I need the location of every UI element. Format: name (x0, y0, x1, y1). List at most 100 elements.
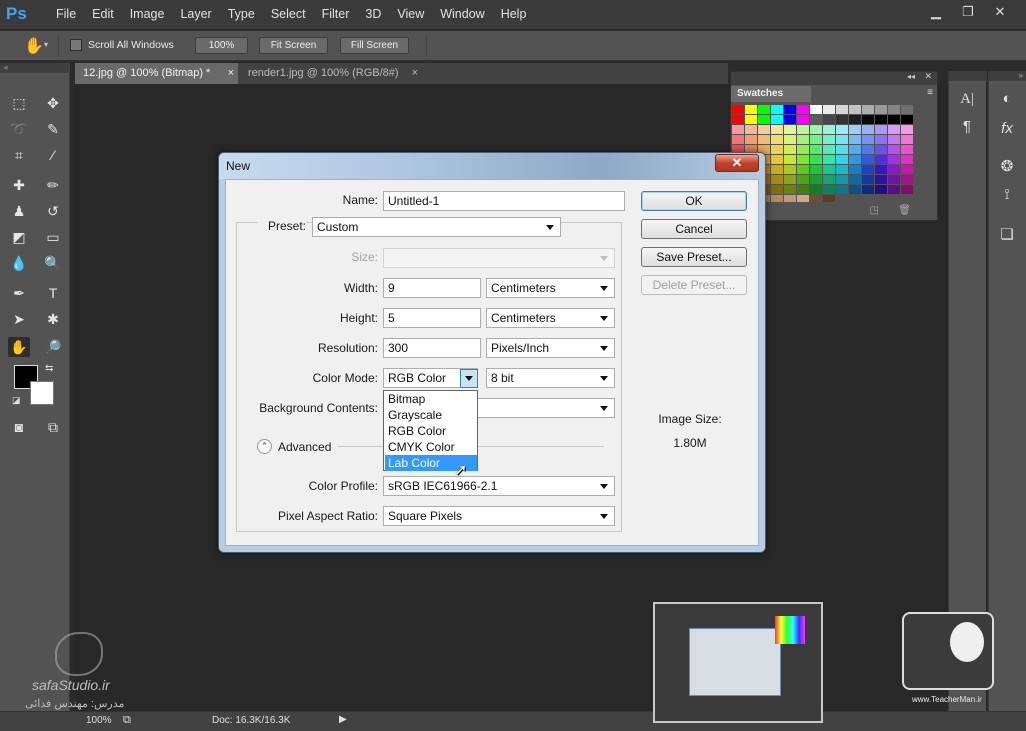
swatch-cell[interactable] (836, 155, 848, 164)
swatch-cell[interactable] (771, 185, 783, 194)
swatch-cell[interactable] (797, 175, 809, 184)
swatch-cell[interactable] (836, 175, 848, 184)
swatch-cell[interactable] (797, 125, 809, 134)
swatch-cell[interactable] (888, 145, 900, 154)
close-icon[interactable]: × (228, 63, 234, 84)
swatch-cell[interactable] (771, 175, 783, 184)
swatch-cell[interactable] (784, 175, 796, 184)
swatch-cell[interactable] (849, 175, 861, 184)
swatch-cell[interactable] (771, 145, 783, 154)
swatch-cell[interactable] (745, 105, 757, 114)
preset-select[interactable]: Custom (312, 217, 561, 237)
menu-filter[interactable]: Filter (314, 7, 358, 21)
tab-render1-jpg[interactable]: render1.jpg @ 100% (RGB/8#) × (240, 63, 422, 84)
height-input[interactable]: 5 (383, 308, 481, 328)
path-selection-tool-icon[interactable]: ➤ (8, 309, 30, 329)
swatch-cell[interactable] (732, 115, 744, 124)
dialog-close-button[interactable]: ✕ (715, 154, 759, 172)
quick-select-tool-icon[interactable]: ✎ (42, 119, 64, 139)
swatch-cell[interactable] (875, 165, 887, 174)
swatch-cell[interactable] (745, 125, 757, 134)
quick-mask-icon[interactable]: ◙ (8, 417, 30, 437)
swatch-cell[interactable] (836, 135, 848, 144)
status-preview-icon[interactable]: ⧉ (123, 714, 131, 727)
swatch-cell[interactable] (810, 185, 822, 194)
swatch-cell[interactable] (810, 195, 822, 202)
swatch-cell[interactable] (888, 115, 900, 124)
menu-help[interactable]: Help (493, 7, 535, 21)
swatch-cell[interactable] (823, 185, 835, 194)
swatch-cell[interactable] (888, 105, 900, 114)
scroll-all-windows-checkbox[interactable] (70, 39, 82, 51)
move-tool-icon[interactable]: ✥ (42, 93, 64, 113)
advanced-toggle-icon[interactable]: ⌃ (257, 439, 272, 454)
status-menu-arrow-icon[interactable]: ▶ (339, 714, 347, 725)
hand-tool-icon[interactable]: ✋ (24, 36, 44, 56)
pen-tool-icon[interactable]: ✒ (8, 283, 30, 303)
tab-12-jpg[interactable]: 12.jpg @ 100% (Bitmap) * × (75, 63, 238, 84)
swatch-cell[interactable] (901, 135, 913, 144)
clone-stamp-tool-icon[interactable]: ♟ (8, 201, 30, 221)
swatch-cell[interactable] (901, 185, 913, 194)
swatch-cell[interactable] (771, 125, 783, 134)
option-grayscale[interactable]: Grayscale (385, 407, 477, 423)
swatch-cell[interactable] (784, 105, 796, 114)
swatch-cell[interactable] (810, 165, 822, 174)
swatch-cell[interactable] (784, 115, 796, 124)
zoom-tool-icon[interactable]: 🔎 (42, 337, 64, 357)
swatch-cell[interactable] (823, 165, 835, 174)
swatch-cell[interactable] (862, 135, 874, 144)
swap-colors-icon[interactable]: ⇆ (45, 363, 53, 374)
zoom-level[interactable]: 100% (86, 715, 112, 726)
swatch-cell[interactable] (797, 185, 809, 194)
swatch-cell[interactable] (758, 135, 770, 144)
close-icon[interactable]: × (412, 63, 418, 84)
panel-menu-icon[interactable]: ≡ (927, 87, 933, 98)
swatch-cell[interactable] (836, 125, 848, 134)
swatch-cell[interactable] (771, 155, 783, 164)
paragraph-panel-icon[interactable]: ¶ (949, 116, 985, 138)
swatch-cell[interactable] (784, 165, 796, 174)
swatch-cell[interactable] (888, 125, 900, 134)
swatch-cell[interactable] (771, 115, 783, 124)
name-input[interactable]: Untitled-1 (383, 191, 625, 211)
lasso-tool-icon[interactable]: ➰ (8, 119, 30, 139)
channels-panel-icon[interactable]: ❂ (989, 156, 1025, 178)
menu-window[interactable]: Window (432, 7, 492, 21)
expand-arrows-icon[interactable]: » (989, 71, 1026, 81)
swatch-cell[interactable] (901, 125, 913, 134)
swatch-cell[interactable] (836, 165, 848, 174)
swatch-cell[interactable] (745, 115, 757, 124)
swatch-cell[interactable] (849, 145, 861, 154)
swatch-cell[interactable] (862, 155, 874, 164)
swatch-cell[interactable] (836, 145, 848, 154)
swatch-cell[interactable] (823, 195, 835, 202)
dodge-tool-icon[interactable]: 🔍 (42, 253, 64, 273)
swatch-cell[interactable] (823, 115, 835, 124)
swatch-cell[interactable] (810, 135, 822, 144)
option-bitmap[interactable]: Bitmap (385, 391, 477, 407)
type-tool-icon[interactable]: T (42, 283, 64, 303)
swatch-cell[interactable] (823, 125, 835, 134)
width-input[interactable]: 9 (383, 278, 481, 298)
swatch-cell[interactable] (797, 155, 809, 164)
swatch-cell[interactable] (888, 155, 900, 164)
swatch-cell[interactable] (862, 175, 874, 184)
close-icon[interactable]: ✕ (924, 71, 932, 82)
restore-icon[interactable]: ❐ (953, 3, 983, 21)
delete-preset-button[interactable]: Delete Preset... (641, 275, 747, 295)
ok-button[interactable]: OK (641, 191, 747, 211)
swatch-cell[interactable] (901, 175, 913, 184)
swatch-cell[interactable] (771, 135, 783, 144)
swatch-cell[interactable] (888, 135, 900, 144)
swatch-cell[interactable] (862, 165, 874, 174)
swatch-cell[interactable] (849, 105, 861, 114)
swatch-cell[interactable] (875, 105, 887, 114)
menu-type[interactable]: Type (220, 7, 263, 21)
swatch-cell[interactable] (797, 105, 809, 114)
swatch-cell[interactable] (810, 105, 822, 114)
swatch-cell[interactable] (784, 195, 796, 202)
swatch-cell[interactable] (836, 185, 848, 194)
swatch-cell[interactable] (849, 185, 861, 194)
brush-tool-icon[interactable]: ✏ (42, 175, 64, 195)
